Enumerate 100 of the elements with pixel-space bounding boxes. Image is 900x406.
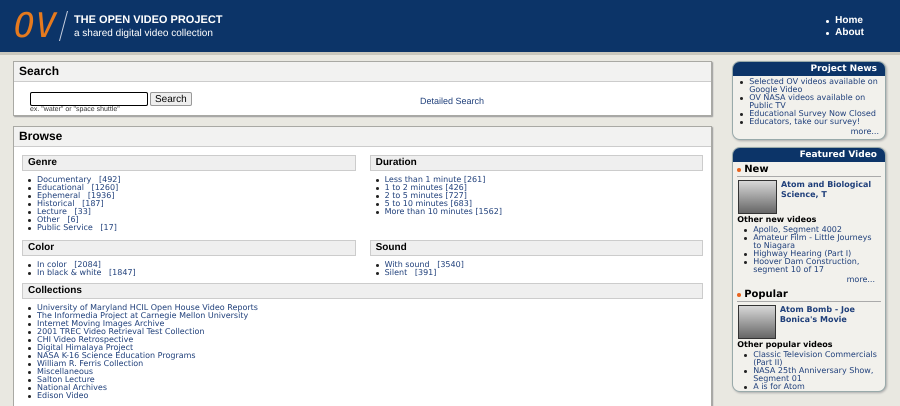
- bullet-icon: [376, 211, 379, 214]
- section-heading: Genre: [22, 155, 356, 171]
- bullet-icon: [28, 371, 31, 374]
- site-subtitle: a shared digital video collection: [74, 28, 214, 38]
- bullet-icon: [28, 227, 31, 230]
- bullet-icon: [376, 179, 379, 182]
- video-link[interactable]: A is for Atom: [753, 383, 805, 391]
- section-heading: Color: [22, 240, 356, 256]
- bullet-icon: [28, 315, 31, 318]
- box-title: Project News: [733, 62, 885, 76]
- browse-link[interactable]: In black & white [1847]: [37, 269, 136, 277]
- browse-link[interactable]: Miscellaneous: [37, 368, 94, 376]
- video-link[interactable]: Apollo, Segment 4002: [753, 226, 842, 234]
- search-button[interactable]: Search: [150, 92, 192, 106]
- bullet-icon: [28, 272, 31, 275]
- bullet-icon: [737, 292, 742, 296]
- section-heading: Collections: [22, 283, 704, 299]
- bullet-icon: [28, 264, 31, 267]
- bullet-icon: [28, 331, 31, 334]
- bullet-icon: [28, 203, 31, 206]
- browse-link[interactable]: University of Maryland HCIL Open House Video Reports: [37, 304, 258, 312]
- bullet-icon: [28, 323, 31, 326]
- browse-link[interactable]: Salton Lecture: [37, 376, 95, 384]
- box-title: Featured Video: [733, 148, 885, 162]
- more-link[interactable]: more...: [733, 126, 885, 139]
- section-heading: Sound: [370, 240, 704, 256]
- group-title: New: [744, 164, 769, 175]
- bullet-icon: [740, 81, 744, 84]
- bullet-icon: [740, 113, 744, 116]
- browse-link[interactable]: Educational [1260]: [37, 184, 118, 192]
- bullet-icon: [740, 97, 744, 100]
- featured-video-link[interactable]: Atom Bomb - Joe Bonica's Movie: [780, 305, 881, 339]
- browse-link[interactable]: In color [2084]: [37, 261, 101, 269]
- photo-placeholder: [738, 305, 776, 339]
- browse-link[interactable]: Silent [391]: [384, 269, 436, 277]
- browse-link[interactable]: CHI Video Retrospective: [37, 336, 134, 344]
- bullet-icon: [28, 363, 31, 366]
- bullet-icon: [376, 195, 379, 198]
- browse-link[interactable]: 2 to 5 minutes [727]: [384, 192, 467, 200]
- browse-link[interactable]: With sound [3540]: [384, 261, 464, 269]
- news-link[interactable]: Educational Survey Now Closed: [749, 110, 876, 118]
- bullet-icon: [28, 387, 31, 390]
- video-link[interactable]: Amateur Film - Little Journeys to Niagara: [753, 234, 881, 250]
- bullet-icon: [28, 379, 31, 382]
- bullet-icon: [744, 229, 748, 232]
- browse-link[interactable]: 1 to 2 minutes [426]: [384, 184, 467, 192]
- news-link[interactable]: OV NASA videos available on Public TV: [749, 94, 885, 110]
- detailed-search-link[interactable]: Detailed Search: [420, 96, 484, 106]
- bullet-icon: [376, 187, 379, 190]
- photo-placeholder: [738, 180, 777, 214]
- other-videos-heading: Other new videos: [737, 215, 818, 224]
- browse-link[interactable]: Other [6]: [37, 216, 79, 224]
- panel-title: Browse: [14, 127, 712, 147]
- bullet-icon: [28, 347, 31, 350]
- browse-link[interactable]: Lecture [33]: [37, 208, 91, 216]
- browse-link[interactable]: 2001 TREC Video Retrieval Test Collection: [37, 328, 204, 336]
- browse-link[interactable]: Less than 1 minute [261]: [384, 176, 486, 184]
- bullet-icon: [28, 307, 31, 310]
- video-link[interactable]: Classic Television Commercials (Part II): [753, 351, 881, 367]
- panel-title: Search: [14, 62, 712, 82]
- browse-link[interactable]: Documentary [492]: [37, 176, 121, 184]
- browse-link[interactable]: Public Service [17]: [37, 224, 117, 232]
- browse-link[interactable]: More than 10 minutes [1562]: [384, 208, 502, 216]
- browse-link[interactable]: Historical [187]: [37, 200, 104, 208]
- group-title: Popular: [744, 289, 788, 300]
- bullet-icon: [28, 195, 31, 198]
- bullet-icon: [744, 370, 748, 373]
- nav-link[interactable]: About: [835, 26, 864, 38]
- bullet-icon: [376, 203, 379, 206]
- bullet-icon: [28, 211, 31, 214]
- bullet-icon: [28, 355, 31, 358]
- bullet-icon: [744, 237, 748, 240]
- site-title: THE OPEN VIDEO PROJECT: [74, 14, 222, 26]
- bullet-icon: [376, 264, 379, 267]
- bullet-icon: [826, 20, 830, 22]
- browse-link[interactable]: The Informedia Project at Carnegie Mellon University: [37, 312, 248, 320]
- bullet-icon: [28, 187, 31, 190]
- browse-link[interactable]: NASA K-16 Science Education Programs: [37, 352, 196, 360]
- bullet-icon: [744, 354, 748, 357]
- video-link[interactable]: NASA 25th Anniversary Show, Segment 01: [753, 367, 881, 383]
- browse-link[interactable]: William R. Ferris Collection: [37, 360, 144, 368]
- bullet-icon: [744, 261, 748, 264]
- news-link[interactable]: Selected OV videos available on Google Video: [749, 78, 885, 94]
- bullet-icon: [744, 386, 748, 389]
- more-link[interactable]: more...: [737, 274, 881, 287]
- bullet-icon: [376, 272, 379, 275]
- browse-link[interactable]: Digital Himalaya Project: [37, 344, 134, 352]
- browse-link[interactable]: Internet Moving Images Archive: [37, 320, 164, 328]
- bullet-icon: [28, 179, 31, 182]
- search-field[interactable]: [30, 92, 148, 106]
- featured-video-link[interactable]: Atom and Biological Science, T: [780, 180, 881, 214]
- browse-link[interactable]: National Archives: [37, 384, 107, 392]
- nav-link[interactable]: Home: [835, 14, 863, 26]
- browse-link[interactable]: Edison Video: [37, 392, 88, 400]
- video-link[interactable]: Highway Hearing (Part I): [753, 250, 852, 258]
- browse-link[interactable]: 5 to 10 minutes [683]: [384, 200, 472, 208]
- bullet-icon: [740, 121, 744, 124]
- news-link[interactable]: Educators, take our survey!: [749, 118, 860, 126]
- browse-link[interactable]: Ephemeral [1936]: [37, 192, 114, 200]
- bullet-icon: [28, 219, 31, 222]
